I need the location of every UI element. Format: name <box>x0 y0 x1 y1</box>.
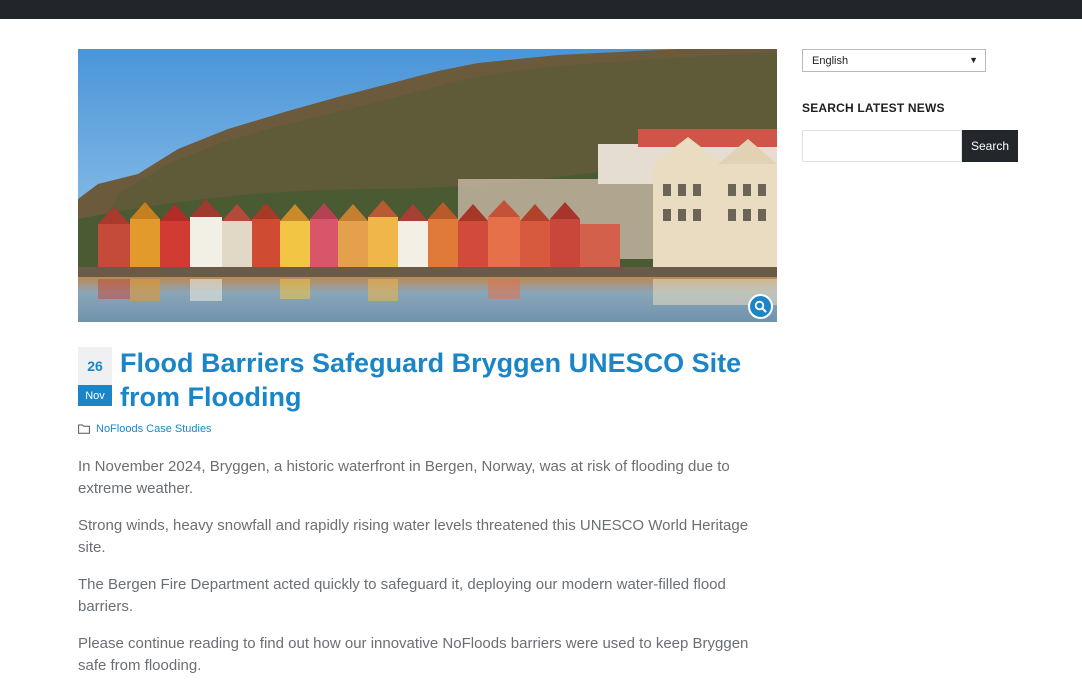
magnifier-icon <box>754 300 767 313</box>
zoom-button[interactable] <box>748 294 773 319</box>
search-widget-title: SEARCH LATEST NEWS <box>802 101 945 115</box>
language-select-value: English <box>812 54 849 67</box>
search-button[interactable]: Search <box>962 130 1018 162</box>
post-title: Flood Barriers Safeguard Bryggen UNESCO … <box>120 346 760 414</box>
language-select[interactable]: English ▼ <box>802 49 986 72</box>
post-date-month: Nov <box>78 385 112 406</box>
folder-icon <box>78 424 90 434</box>
paragraph: The Bergen Fire Department acted quickly… <box>78 576 726 615</box>
paragraph: In November 2024, Bryggen, a historic wa… <box>78 458 730 497</box>
post-date-day: 26 <box>78 347 112 385</box>
paragraph: Please continue reading to find out how … <box>78 635 749 674</box>
category-link[interactable]: NoFloods Case Studies <box>96 423 212 435</box>
bergen-waterfront-photo <box>78 49 777 322</box>
post-title-link[interactable]: Flood Barriers Safeguard Bryggen UNESCO … <box>120 348 741 412</box>
paragraph: Strong winds, heavy snowfall and rapidly… <box>78 517 749 556</box>
search-input[interactable] <box>802 130 962 162</box>
post-category-row: NoFloods Case Studies <box>78 421 212 437</box>
featured-image[interactable] <box>78 49 777 322</box>
post-content: In November 2024, Bryggen, a historic wa… <box>78 456 778 692</box>
top-bar <box>0 0 1082 19</box>
chevron-down-icon: ▼ <box>969 55 978 65</box>
